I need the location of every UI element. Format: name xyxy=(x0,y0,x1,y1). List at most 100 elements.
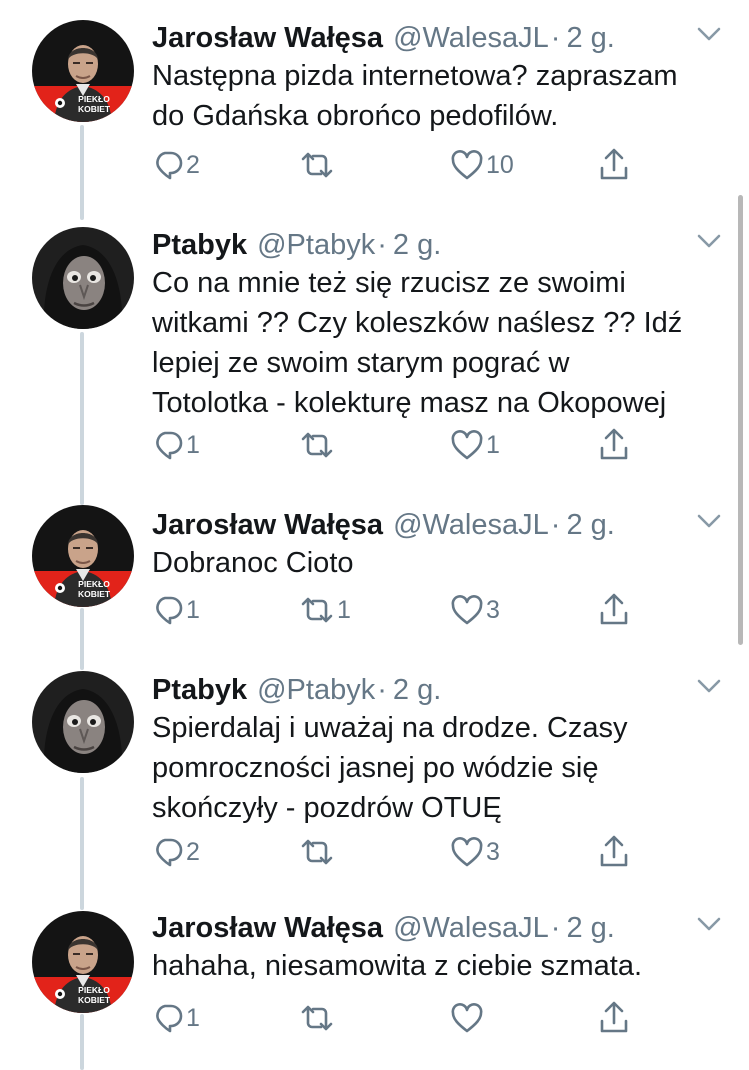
author-handle[interactable]: @Ptabyk xyxy=(257,674,375,707)
avatar-badge-text: PIEKŁO xyxy=(78,579,110,589)
like-button[interactable] xyxy=(450,998,486,1038)
like-count: 1 xyxy=(486,430,500,459)
chevron-down-icon[interactable] xyxy=(696,511,722,531)
tweet-text: Dobranoc Cioto xyxy=(152,543,732,583)
reply-count: 1 xyxy=(186,1003,200,1032)
tweet-text-line: Dobranoc Cioto xyxy=(152,547,354,579)
reply-button[interactable]: 2 xyxy=(152,832,200,872)
retweet-button[interactable]: 1 xyxy=(299,590,351,630)
author-name[interactable]: Ptabyk xyxy=(152,674,247,707)
like-count: 3 xyxy=(486,837,500,866)
share-icon xyxy=(598,148,630,182)
retweet-button[interactable] xyxy=(299,832,337,872)
thread-connector-line xyxy=(80,125,84,220)
author-handle[interactable]: @WalesaJL xyxy=(393,22,549,55)
author-name[interactable]: Jarosław Wałęsa xyxy=(152,912,383,945)
avatar[interactable]: PIEKŁO KOBIET xyxy=(32,911,134,1013)
author-handle[interactable]: @Ptabyk xyxy=(257,229,375,262)
tweet-text-line: lepiej ze swoim starym pograć w xyxy=(152,347,570,379)
reply-icon xyxy=(152,1002,184,1034)
tweet-text: Spierdalaj i uważaj na drodze. Czasy pomr… xyxy=(152,708,732,828)
avatar[interactable]: PIEKŁO KOBIET xyxy=(32,505,134,607)
chevron-down-icon[interactable] xyxy=(696,231,722,251)
chevron-down-icon[interactable] xyxy=(696,24,722,44)
reply-button[interactable]: 1 xyxy=(152,425,200,465)
avatar[interactable] xyxy=(32,227,134,329)
tweet-text-line: do Gdańska obrońco pedofilów. xyxy=(152,100,559,132)
avatar[interactable]: PIEKŁO KOBIET xyxy=(32,20,134,122)
reply-icon xyxy=(152,836,184,868)
avatar-badge-text: PIEKŁO xyxy=(78,94,110,104)
reply-count: 2 xyxy=(186,150,200,179)
separator-dot: · xyxy=(377,673,387,706)
thread-connector-line xyxy=(80,1014,84,1070)
timestamp[interactable]: 2 g. xyxy=(566,22,614,55)
share-button[interactable] xyxy=(598,832,630,872)
chevron-down-icon[interactable] xyxy=(696,676,722,696)
avatar-badge-text: KOBIET xyxy=(78,589,111,599)
author-name[interactable]: Jarosław Wałęsa xyxy=(152,509,383,542)
timestamp[interactable]: 2 g. xyxy=(566,912,614,945)
author-name[interactable]: Ptabyk xyxy=(152,229,247,262)
like-count: 3 xyxy=(486,595,500,624)
heart-icon xyxy=(450,836,484,868)
avatar[interactable] xyxy=(32,671,134,773)
chevron-down-icon[interactable] xyxy=(696,914,722,934)
tweet-text-line: Co na mnie też się rzucisz ze swoimi xyxy=(152,267,626,299)
retweet-icon xyxy=(299,429,335,461)
separator-dot: · xyxy=(377,228,387,261)
tweet-text-line: witkami ?? Czy koleszków naślesz ?? Idź xyxy=(152,307,683,339)
tweet-text-line: skończyły - pozdrów OTUĘ xyxy=(152,792,502,824)
tweet-actions: 1 xyxy=(152,998,652,1038)
heart-icon xyxy=(450,594,484,626)
retweet-icon xyxy=(299,594,335,626)
reply-count: 1 xyxy=(186,595,200,624)
share-button[interactable] xyxy=(598,590,630,630)
avatar-badge-text: KOBIET xyxy=(78,104,111,114)
retweet-button[interactable] xyxy=(299,145,337,185)
like-count: 10 xyxy=(486,150,514,179)
retweet-button[interactable] xyxy=(299,998,337,1038)
tweet-header: Jarosław Wałęsa @WalesaJL · 2 g. xyxy=(152,18,615,58)
separator-dot: · xyxy=(550,21,561,54)
retweet-button[interactable] xyxy=(299,425,337,465)
author-handle[interactable]: @WalesaJL xyxy=(393,509,549,542)
tweet-header: Jarosław Wałęsa @WalesaJL · 2 g. xyxy=(152,505,615,545)
share-button[interactable] xyxy=(598,998,630,1038)
timestamp[interactable]: 2 g. xyxy=(393,674,441,707)
share-button[interactable] xyxy=(598,425,630,465)
tweet-text-line: Totolotka - kolekturę masz na Okopowej xyxy=(152,387,667,419)
retweet-icon xyxy=(299,149,335,181)
reply-button[interactable]: 1 xyxy=(152,590,200,630)
like-button[interactable]: 3 xyxy=(450,590,500,630)
tweet-header: Ptabyk @Ptabyk · 2 g. xyxy=(152,225,441,265)
tweet-text-line: hahaha, niesamowita z ciebie szmata. xyxy=(152,950,643,982)
share-icon xyxy=(598,835,630,869)
like-button[interactable]: 3 xyxy=(450,832,500,872)
reply-icon xyxy=(152,594,184,626)
like-button[interactable]: 10 xyxy=(450,145,514,185)
reply-button[interactable]: 1 xyxy=(152,998,200,1038)
scrollbar[interactable] xyxy=(738,195,743,645)
author-handle[interactable]: @WalesaJL xyxy=(393,912,549,945)
retweet-icon xyxy=(299,1002,335,1034)
reply-icon xyxy=(152,429,184,461)
share-button[interactable] xyxy=(598,145,630,185)
timestamp[interactable]: 2 g. xyxy=(393,229,441,262)
retweet-icon xyxy=(299,836,335,868)
retweet-count: 1 xyxy=(337,595,351,624)
tweet-actions: 11 xyxy=(152,425,652,465)
tweet-text-line: Następna pizda internetowa? zapraszam xyxy=(152,60,678,92)
separator-dot: · xyxy=(550,508,561,541)
tweet-text-line: Spierdalaj i uważaj na drodze. Czasy xyxy=(152,712,628,744)
reply-count: 2 xyxy=(186,837,200,866)
thread-connector-line xyxy=(80,608,84,670)
tweet-actions: 1 1 3 xyxy=(152,590,652,630)
like-button[interactable]: 1 xyxy=(450,425,500,465)
author-name[interactable]: Jarosław Wałęsa xyxy=(152,22,383,55)
tweet-text: Co na mnie też się rzucisz ze swoimi witk… xyxy=(152,263,732,423)
reply-button[interactable]: 2 xyxy=(152,145,200,185)
tweet-actions: 2 10 xyxy=(152,145,652,185)
tweet-text-line: pomroczności jasnej po wódzie się xyxy=(152,752,599,784)
timestamp[interactable]: 2 g. xyxy=(566,509,614,542)
